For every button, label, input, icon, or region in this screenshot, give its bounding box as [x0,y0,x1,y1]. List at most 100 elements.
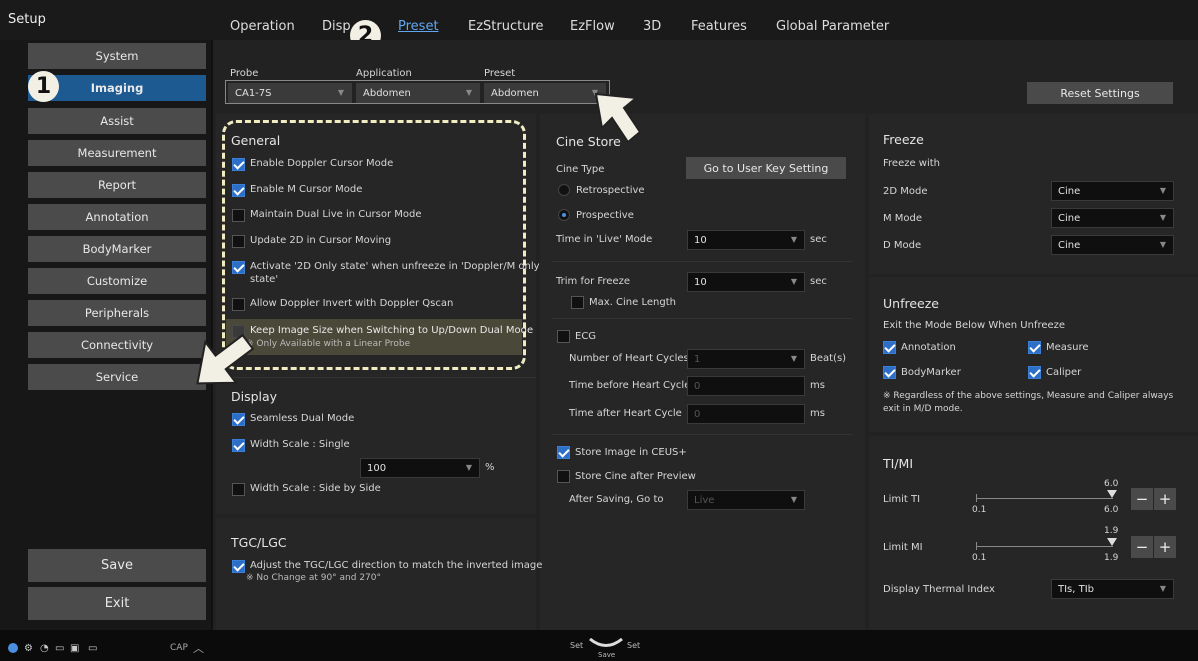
sidebar-item-bodymarker[interactable]: BodyMarker [28,236,206,262]
time-live-unit: sec [810,234,827,245]
application-value: Abdomen [363,88,411,99]
save-button[interactable]: Save [28,549,206,582]
seamless-dual-checkbox[interactable] [232,413,245,426]
sidebar-item-annotation[interactable]: Annotation [28,204,206,230]
ti-slider-tick [976,494,977,502]
pointer-arrow-icon [196,333,255,385]
tab-display[interactable]: Disp [322,19,351,34]
ceus-checkbox[interactable] [557,446,570,459]
tab-ezstructure[interactable]: EzStructure [468,19,544,34]
measure-checkbox[interactable] [1028,341,1041,354]
ti-slider-track[interactable] [976,498,1113,499]
divider [216,377,536,378]
seamless-dual-label: Seamless Dual Mode [250,413,355,424]
freeze-2d-dropdown[interactable]: Cine ▼ [1051,181,1174,201]
ecg-checkbox[interactable] [557,330,570,343]
application-dropdown[interactable]: Abdomen ▼ [356,83,480,103]
tab-global-parameter[interactable]: Global Parameter [776,19,889,34]
tgc-checkbox[interactable] [232,560,245,573]
freeze-d-dropdown[interactable]: Cine ▼ [1051,235,1174,255]
trim-label: Trim for Freeze [556,276,630,287]
freeze-with-label: Freeze with [883,158,941,169]
ti-plus-button[interactable]: + [1154,488,1176,510]
mi-max: 1.9 [1104,553,1119,563]
width-single-checkbox[interactable] [232,439,245,452]
ti-slider-handle[interactable] [1107,490,1117,498]
sidebar-item-peripherals[interactable]: Peripherals [28,300,206,326]
after-cycle-label: Time after Heart Cycle [569,408,682,419]
video-icon: ▣ [70,643,80,654]
tab-3d[interactable]: 3D [643,19,661,34]
freeze-d-value: Cine [1058,240,1081,251]
prospective-radio[interactable] [558,209,570,221]
chevron-down-icon: ▼ [790,354,797,363]
printer-icon: ▭ [88,643,98,654]
mi-slider-track[interactable] [976,546,1113,547]
ti-minus-button[interactable]: − [1131,488,1153,510]
width-side-checkbox[interactable] [232,483,245,496]
heart-cycles-dropdown[interactable]: 1 ▼ [687,349,805,369]
window-title: Setup [8,12,46,27]
mi-plus-button[interactable]: + [1154,536,1176,558]
bodymarker-checkbox[interactable] [883,366,896,379]
mi-minus-button[interactable]: − [1131,536,1153,558]
before-cycle-input[interactable]: 0 [687,376,805,396]
before-cycle-label: Time before Heart Cycle [569,380,691,391]
tab-preset[interactable]: Preset [398,19,439,34]
before-cycle-unit: ms [810,380,825,391]
after-saving-dropdown[interactable]: Live ▼ [687,490,805,510]
sidebar-item-service[interactable]: Service [28,364,206,390]
exit-button[interactable]: Exit [28,587,206,620]
tab-ezflow[interactable]: EzFlow [570,19,615,34]
go-to-user-key-button[interactable]: Go to User Key Setting [686,157,846,179]
time-live-value: 10 [694,235,707,246]
time-live-dropdown[interactable]: 10 ▼ [687,230,805,250]
width-value-dropdown[interactable]: 100 ▼ [360,458,480,478]
application-label: Application [356,68,412,79]
probe-dropdown[interactable]: CA1-7S ▼ [228,83,352,103]
time-live-label: Time in 'Live' Mode [556,234,653,245]
freeze-2d-label: 2D Mode [883,186,928,197]
set-left-label: Set [570,641,584,650]
limit-ti-label: Limit TI [883,494,921,505]
heart-cycles-label: Number of Heart Cycles [569,353,689,364]
caps-indicator: CAP [170,643,188,653]
chevron-up-icon[interactable]: ︿ [193,640,204,656]
sidebar-item-connectivity[interactable]: Connectivity [28,332,206,358]
after-preview-checkbox[interactable] [557,470,570,483]
cine-store-title: Cine Store [556,134,621,149]
caliper-label: Caliper [1046,367,1082,378]
caliper-checkbox[interactable] [1028,366,1041,379]
reset-settings-button[interactable]: Reset Settings [1027,82,1173,104]
freeze-m-dropdown[interactable]: Cine ▼ [1051,208,1174,228]
max-cine-label: Max. Cine Length [589,297,676,308]
annotation-checkbox[interactable] [883,341,896,354]
mi-slider-handle[interactable] [1107,538,1117,546]
sidebar-item-customize[interactable]: Customize [28,268,206,294]
trim-value: 10 [694,277,707,288]
trim-unit: sec [810,276,827,287]
tgc-label: Adjust the TGC/LGC direction to match th… [250,560,543,571]
mi-current-value: 1.9 [1104,526,1119,536]
retrospective-label: Retrospective [576,185,645,196]
sidebar-item-measurement[interactable]: Measurement [28,140,206,166]
limit-mi-label: Limit MI [883,542,923,553]
clock-icon: ◔ [40,643,49,654]
retrospective-radio[interactable] [558,184,570,196]
heart-cycles-value: 1 [694,354,701,365]
tab-features[interactable]: Features [691,19,747,34]
sidebar-item-system[interactable]: System [28,43,206,69]
freeze-m-label: M Mode [883,213,923,224]
sidebar-item-assist[interactable]: Assist [28,108,206,134]
max-cine-checkbox[interactable] [571,296,584,309]
thermal-index-value: TIs, TIb [1058,584,1095,595]
mi-min: 0.1 [972,553,987,563]
thermal-index-dropdown[interactable]: TIs, TIb ▼ [1051,579,1174,599]
freeze-2d-value: Cine [1058,186,1081,197]
freeze-d-label: D Mode [883,240,922,251]
after-cycle-input[interactable]: 0 [687,404,805,424]
trim-dropdown[interactable]: 10 ▼ [687,272,805,292]
tab-operation[interactable]: Operation [230,19,295,34]
width-value: 100 [367,463,387,474]
sidebar-item-report[interactable]: Report [28,172,206,198]
